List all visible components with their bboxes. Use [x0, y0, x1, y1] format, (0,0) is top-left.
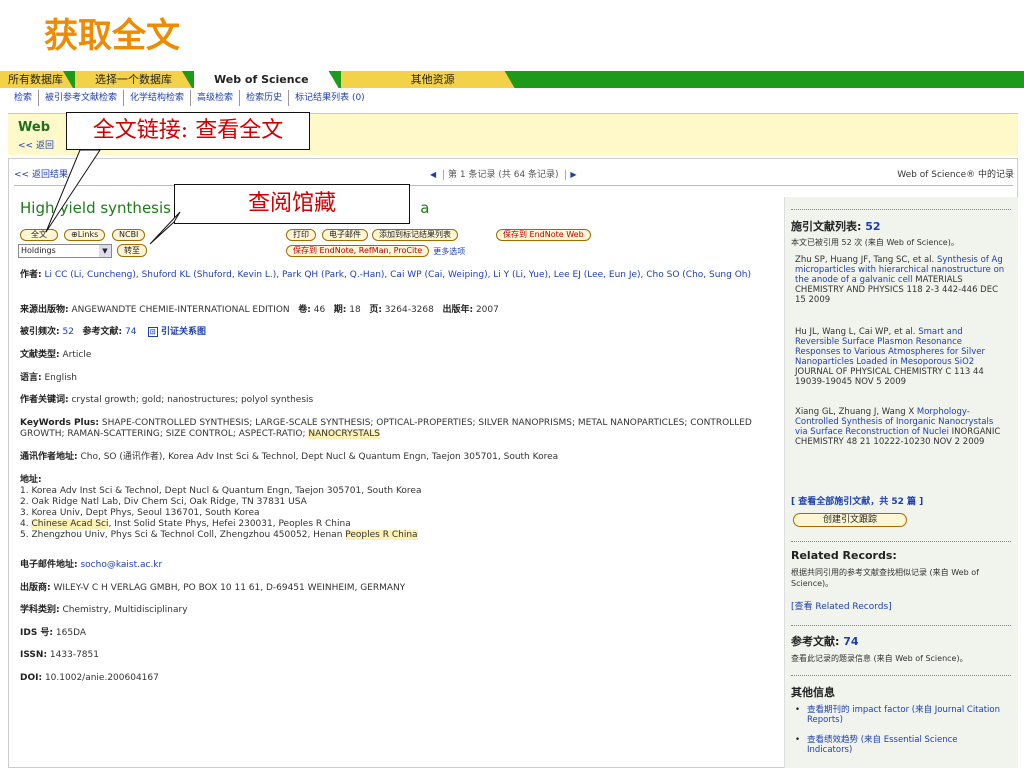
related-records-link[interactable]: [查看 Related Records] [791, 599, 892, 612]
tab-web-of-science[interactable]: Web of Science [194, 71, 339, 88]
top-nav: 所有数据库 选择一个数据库 Web of Science 其他资源 [0, 71, 1024, 88]
email-button[interactable]: 电子邮件 [322, 229, 368, 241]
citing-item: Hu JL, Wang L, Cai WP, et al. Smart and … [795, 327, 985, 387]
references-text: 查看此记录的题录信息 (来自 Web of Science)。 [791, 654, 968, 663]
print-button[interactable]: 打印 [286, 229, 316, 241]
back-to-results[interactable]: << 返回结果 [14, 167, 68, 180]
view-all-citing-link[interactable]: [ 查看全部施引文献，共 52 篇 ] [791, 494, 923, 507]
email-link[interactable]: socho@kaist.ac.kr [80, 560, 162, 570]
citing-text: 本文已被引用 52 次 (来自 Web of Science)。 [791, 238, 959, 247]
fulltext-button[interactable]: 全文 [20, 229, 58, 241]
subnav-marked-list[interactable]: 标记结果列表 (0) [288, 90, 371, 106]
save-endnote-web-button[interactable]: 保存到 EndNote Web [496, 229, 591, 241]
more-options-link[interactable]: 更多选项 [433, 246, 465, 257]
citing-item: Zhu SP, Huang JF, Tang SC, et al. Synthe… [795, 255, 1005, 305]
divider [791, 625, 1011, 626]
corresponding-address-line: 通讯作者地址: Cho, SO (通讯作者), Korea Adv Inst S… [20, 452, 559, 462]
ncbi-button[interactable]: NCBI [112, 229, 146, 241]
email-line: 电子邮件地址: socho@kaist.ac.kr [20, 560, 163, 570]
save-endnote-button[interactable]: 保存到 EndNote, RefMan, ProCite [286, 245, 430, 257]
language-line: 语言: English [20, 373, 77, 383]
citing-header: 施引文献列表: 52 [791, 220, 881, 233]
divider [791, 209, 1011, 210]
next-record-icon[interactable]: ▶ [570, 170, 576, 179]
citing-item: Xiang GL, Zhuang J, Wang X Morphology-Co… [795, 407, 1001, 447]
callout-holdings: 查阅馆藏 [174, 184, 410, 224]
create-citation-alert-button[interactable]: 创建引文跟踪 [793, 513, 907, 527]
subnav-cited-search[interactable]: 被引参考文献检索 [38, 90, 123, 106]
holdings-select[interactable]: Holdings ▼ [18, 244, 112, 258]
doctype-line: 文献类型: Article [20, 350, 92, 360]
divider [14, 185, 1013, 186]
tab-other-resources[interactable]: 其他资源 [341, 71, 515, 88]
citation-line: 被引频次: 52 参考文献: 74 ⊡ 引证关系图 [20, 327, 206, 337]
prev-record-icon[interactable]: ◀ [430, 170, 436, 179]
subnav-advanced-search[interactable]: 高级检索 [190, 90, 239, 106]
sub-nav: 检索 被引参考文献检索 化学结构检索 高级检索 检索历史 标记结果列表 (0) [8, 89, 371, 107]
related-header: Related Records: [791, 549, 897, 562]
banner-back-link[interactable]: << 返回 [18, 138, 54, 151]
save-row: 保存到 EndNote, RefMan, ProCite 更多选项 [286, 245, 465, 257]
keywords-plus-line: KeyWords Plus: SHAPE-CONTROLLED SYNTHESI… [20, 418, 752, 439]
addresses-block: 地址: 1. Korea Adv Inst Sci & Technol, Dep… [20, 475, 422, 540]
subject-line: 学科类别: Chemistry, Multidisciplinary [20, 605, 188, 615]
subnav-structure-search[interactable]: 化学结构检索 [123, 90, 190, 106]
keywords-line: 作者关键词: crystal growth; gold; nanostructu… [20, 395, 314, 405]
callout-fulltext: 全文链接: 查看全文 [66, 112, 310, 150]
wos-record-label: Web of Science® 中的记录 [897, 170, 1014, 180]
publisher-line: 出版商: WILEY-V C H VERLAG GMBH, PO BOX 10 … [20, 583, 406, 593]
references-header: 参考文献: 74 [791, 635, 859, 648]
goto-button[interactable]: 转至 [117, 244, 147, 257]
record-pager: ◀ 第 1 条记录 (共 64 条记录) ▶ [430, 167, 577, 180]
issn-line: ISSN: 1433-7851 [20, 650, 99, 660]
banner-title: Web [18, 120, 50, 135]
map-icon: ⊡ [147, 327, 158, 337]
add-marked-button[interactable]: 添加到标记结果列表 [372, 229, 458, 241]
pager-text: 第 1 条记录 (共 64 条记录) [448, 170, 559, 180]
subnav-history[interactable]: 检索历史 [239, 90, 288, 106]
slide-title: 获取全文 [44, 16, 180, 56]
source-line: 来源出版物: ANGEWANDTE CHEMIE-INTERNATIONAL E… [20, 305, 499, 315]
doi-line: DOI: 10.1002/anie.200604167 [20, 673, 159, 683]
impact-factor-link[interactable]: 查看期刊的 impact factor (来自 Journal Citation… [795, 705, 1005, 725]
esi-link[interactable]: 查看绩效趋势 (来自 Essential Science Indicators) [795, 735, 1005, 755]
chevron-down-icon: ▼ [99, 245, 111, 257]
authors-line: 作者: Li CC (Li, Cuncheng), Shuford KL (Sh… [20, 270, 751, 280]
tab-select-database[interactable]: 选择一个数据库 [75, 71, 192, 88]
related-text: 根据共同引用的参考文献查找相似记录 (来自 Web of Science)。 [791, 568, 979, 588]
sidebar: 施引文献列表: 52 本文已被引用 52 次 (来自 Web of Scienc… [784, 197, 1018, 768]
ids-line: IDS 号: 165DA [20, 628, 87, 638]
citation-map-link[interactable]: ⊡ 引证关系图 [147, 327, 206, 337]
links-button[interactable]: ⊕Links [64, 229, 106, 241]
tab-all-databases[interactable]: 所有数据库 [0, 71, 73, 88]
other-info-header: 其他信息 [791, 686, 835, 699]
divider [791, 675, 1011, 676]
divider [791, 541, 1011, 542]
subnav-search[interactable]: 检索 [8, 90, 38, 106]
